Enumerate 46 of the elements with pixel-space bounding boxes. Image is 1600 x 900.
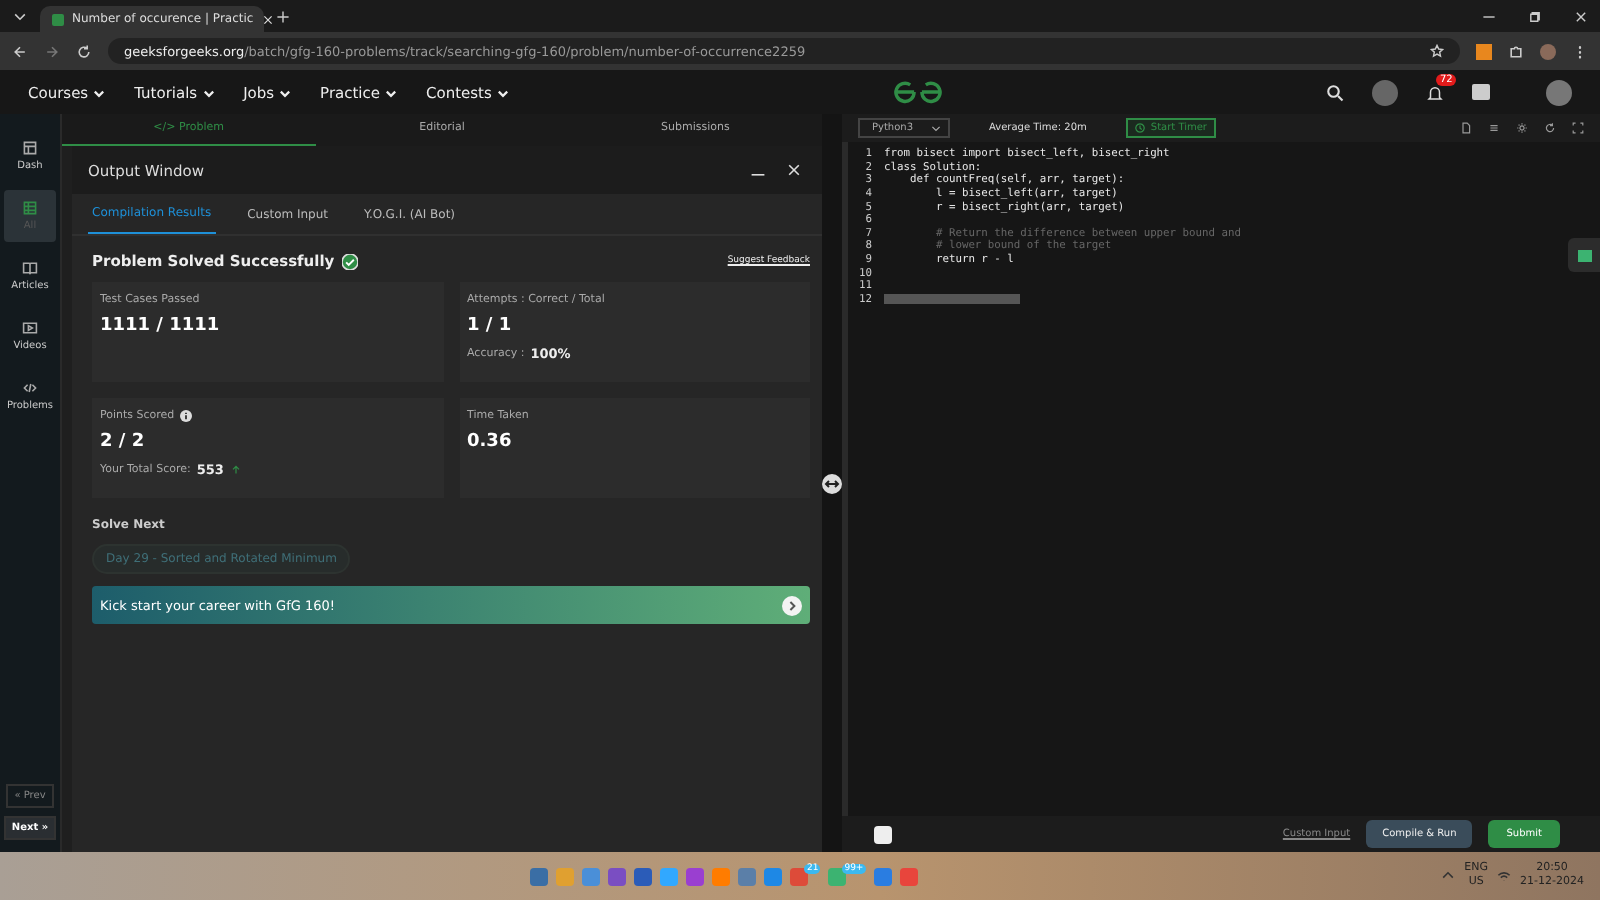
check-icon: [342, 253, 359, 269]
close-icon[interactable]: [1574, 9, 1588, 23]
settings-icon[interactable]: [1516, 122, 1528, 134]
site-icon: [52, 13, 64, 25]
bell-icon[interactable]: [1426, 83, 1444, 101]
file-icon[interactable]: [1460, 122, 1472, 134]
card-value: 1111 / 1111: [100, 316, 222, 336]
close-icon[interactable]: [786, 162, 802, 178]
reset-icon[interactable]: [1544, 122, 1556, 134]
back-icon[interactable]: [12, 43, 28, 59]
wifi-icon[interactable]: [1496, 868, 1513, 884]
forward-icon[interactable]: [44, 43, 60, 59]
info-icon[interactable]: [180, 410, 193, 422]
profile-avatar[interactable]: [1540, 43, 1556, 59]
book-icon: [22, 260, 38, 276]
caret-icon: [201, 85, 216, 99]
restore-icon[interactable]: [1528, 9, 1542, 23]
user-avatar[interactable]: [1546, 79, 1572, 105]
code-icon: [22, 380, 38, 396]
cursor-line-highlight: [884, 294, 1020, 305]
caret-icon: [495, 85, 510, 99]
close-icon[interactable]: [261, 13, 274, 25]
extension-icon[interactable]: [1476, 43, 1492, 59]
caret-icon: [92, 85, 107, 99]
search-icon[interactable]: [1326, 83, 1344, 101]
caret-icon: [384, 85, 399, 99]
star-icon[interactable]: [1430, 44, 1444, 58]
chevron-right-icon[interactable]: [782, 595, 802, 615]
chevron-up-icon[interactable]: [1440, 868, 1457, 884]
play-icon: [22, 320, 38, 336]
card-value: 1 / 1: [467, 316, 514, 336]
card-value: 0.36: [467, 432, 514, 452]
clock-icon: [1134, 122, 1147, 134]
caret-icon: [929, 122, 942, 134]
arrow-up-icon: [229, 464, 242, 476]
caret-icon: [278, 85, 293, 99]
fullscreen-icon[interactable]: [1572, 122, 1584, 134]
logo-icon[interactable]: [891, 80, 944, 104]
list-icon[interactable]: [1488, 122, 1500, 134]
reload-icon[interactable]: [76, 43, 92, 59]
grid-icon: [22, 200, 38, 216]
dashboard-icon: [22, 140, 38, 156]
caret-icon[interactable]: [12, 8, 28, 24]
card-value: 2 / 2: [100, 432, 147, 452]
new-tab-icon[interactable]: [276, 9, 290, 23]
resize-handle[interactable]: [822, 473, 842, 493]
